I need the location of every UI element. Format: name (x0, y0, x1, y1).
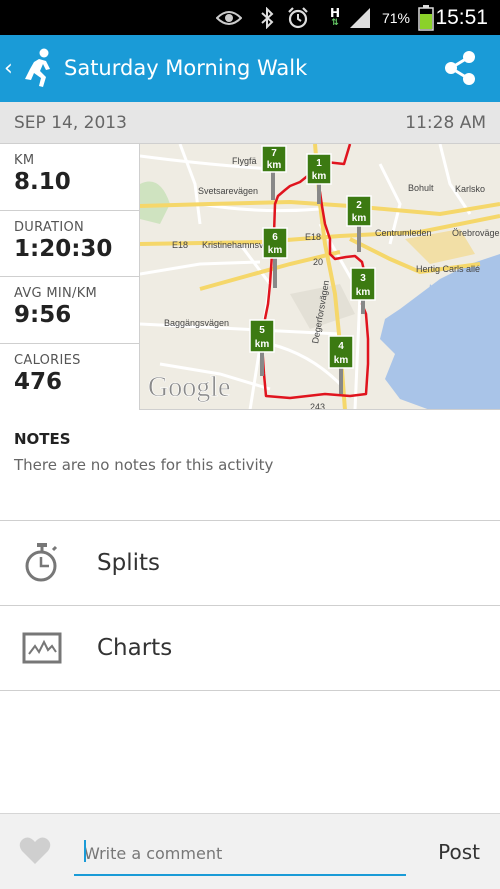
status-bar: H ⇅ 71% 15:51 (0, 0, 500, 35)
charts-label[interactable]: Charts (97, 606, 172, 691)
map-label: Hertig Carls allé (416, 264, 480, 274)
stat-pace: AVG MIN/KM 9:56 (0, 277, 139, 344)
map-label: Bohult (408, 183, 434, 193)
map-label: Flygfä (232, 156, 257, 166)
map-label: E18 (172, 240, 188, 250)
share-icon[interactable] (444, 51, 476, 85)
km-marker-3[interactable]: 3 km (350, 267, 376, 314)
stat-distance: KM 8.10 (0, 144, 139, 211)
map-attribution: Google (148, 372, 230, 403)
map-label: Örebrovägen (452, 228, 500, 238)
back-button[interactable]: ‹ (4, 35, 13, 102)
bluetooth-icon (260, 0, 274, 35)
chart-icon (20, 626, 64, 670)
map-label: E18 (305, 232, 321, 242)
map-label: Kristinehamnsv (202, 240, 264, 250)
comment-bar: Post (0, 813, 500, 889)
km-marker-unit: km (268, 245, 283, 256)
activity-date: SEP 14, 2013 (14, 113, 127, 133)
km-marker-number: 3 (360, 273, 366, 284)
map-label: Karlsko (455, 184, 485, 194)
stat-value: 9:56 (14, 302, 72, 328)
map-label: 243 (310, 402, 325, 410)
network-h-icon: H ⇅ (329, 5, 340, 28)
km-marker-unit: km (255, 339, 270, 350)
km-marker-number: 5 (259, 325, 265, 336)
heart-icon[interactable] (18, 834, 52, 868)
stat-calories: CALORIES 476 (0, 344, 139, 411)
km-marker-unit: km (267, 160, 282, 171)
app-bar: ‹ Saturday Morning Walk (0, 35, 500, 102)
km-marker-unit: km (352, 213, 367, 224)
activity-time: 11:28 AM (405, 113, 486, 133)
km-marker-unit: km (356, 287, 371, 298)
network-type: H (329, 5, 340, 20)
comment-input[interactable] (74, 826, 406, 876)
notes-text: There are no notes for this activity (14, 456, 274, 474)
stat-label: KM (14, 153, 35, 168)
activity-date-row: SEP 14, 2013 11:28 AM (0, 102, 500, 144)
km-marker-unit: km (312, 171, 327, 182)
route-map[interactable]: Flygfä Svetsarevägen Bohult Karlsko Cent… (140, 144, 500, 410)
map-label: Svetsarevägen (198, 186, 258, 196)
share-button[interactable] (444, 51, 476, 85)
km-marker-5[interactable]: 5 km (249, 319, 275, 376)
signal-icon (348, 0, 372, 35)
stat-label: DURATION (14, 219, 85, 235)
alarm-icon (286, 0, 310, 35)
notes-section: NOTES There are no notes for this activi… (0, 410, 500, 521)
notes-heading: NOTES (14, 430, 71, 448)
map-label: Baggängsvägen (164, 318, 229, 328)
eye-icon (216, 0, 242, 35)
km-marker-1[interactable]: 1 km (306, 153, 332, 204)
km-marker-number: 1 (316, 158, 322, 169)
splits-row[interactable]: Splits (0, 521, 500, 606)
map-label: Centrumleden (375, 228, 432, 238)
battery-percent: 71% (381, 9, 410, 26)
stat-value: 1:20:30 (14, 235, 113, 262)
stat-value: 476 (14, 368, 63, 395)
km-marker-2[interactable]: 2 km (346, 195, 372, 252)
stat-label: AVG MIN/KM (14, 286, 98, 301)
stopwatch-icon (20, 541, 64, 585)
back-chevron-icon[interactable]: ‹ (4, 56, 13, 81)
km-marker-4[interactable]: 4 km (328, 335, 354, 394)
clock-time: 15:51 (435, 5, 488, 29)
stat-duration: DURATION 1:20:30 (0, 211, 139, 277)
post-button[interactable]: Post (438, 814, 480, 889)
splits-label[interactable]: Splits (97, 521, 160, 606)
battery-icon (418, 0, 434, 35)
km-marker-number: 4 (338, 341, 344, 352)
km-marker-number: 7 (271, 148, 277, 159)
km-marker-number: 2 (356, 200, 362, 211)
activity-title: Saturday Morning Walk (64, 56, 308, 80)
runner-icon[interactable] (22, 47, 56, 89)
km-marker-unit: km (334, 355, 349, 366)
stat-label: CALORIES (14, 352, 81, 368)
map-canvas[interactable]: Flygfä Svetsarevägen Bohult Karlsko Cent… (140, 144, 500, 410)
km-marker-number: 6 (272, 232, 278, 243)
stats-panel: KM 8.10 DURATION 1:20:30 AVG MIN/KM 9:56… (0, 144, 140, 410)
charts-row[interactable]: Charts (0, 606, 500, 691)
map-label: 20 (313, 257, 323, 267)
stat-value: 8.10 (14, 169, 71, 195)
text-caret (84, 840, 86, 862)
